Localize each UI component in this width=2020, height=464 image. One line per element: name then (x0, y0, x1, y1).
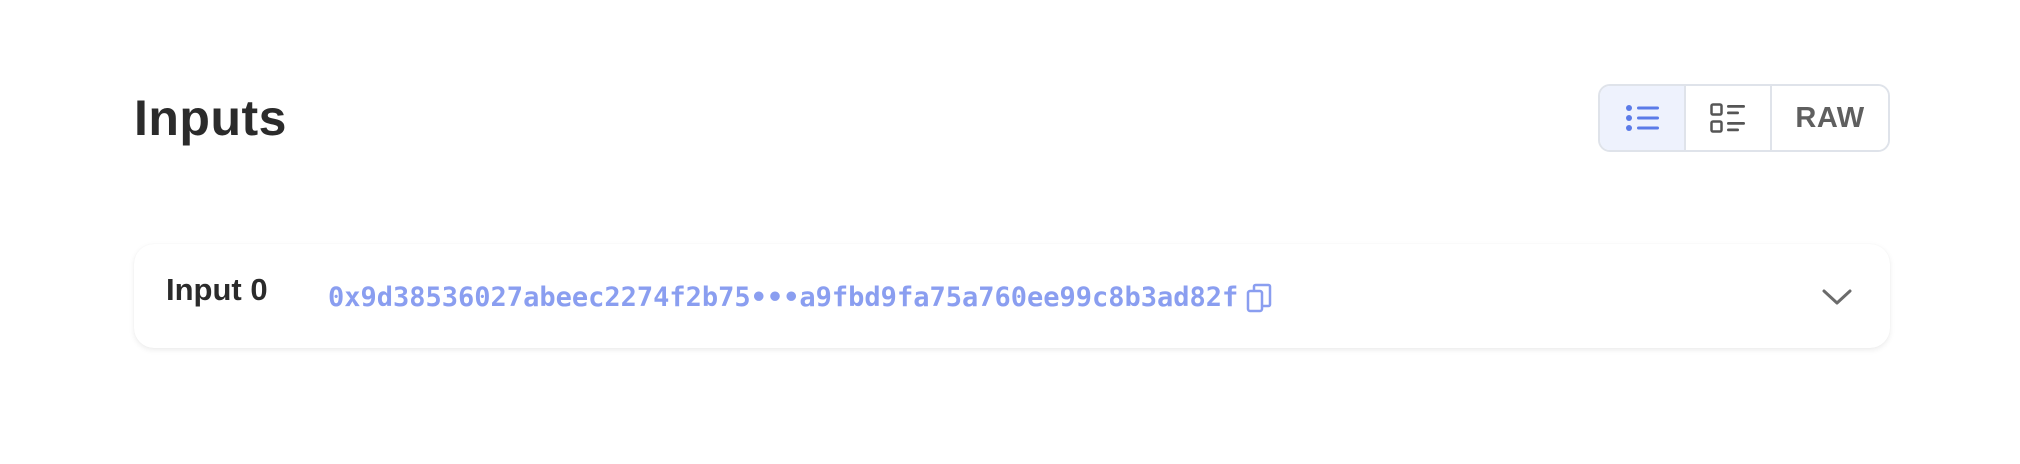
input-hash-link[interactable]: 0x9d38536027abeec2274f2b75•••a9fbd9fa75a… (328, 282, 1238, 313)
input-label: Input 0 (166, 272, 268, 307)
inputs-section: Inputs RAW Input 0 0x9d38536027abeec2274… (134, 84, 1890, 348)
bullet-list-icon (1626, 105, 1659, 131)
raw-view-button[interactable]: RAW (1772, 86, 1888, 150)
list-view-button[interactable] (1600, 86, 1686, 150)
copy-icon[interactable] (1246, 283, 1272, 313)
section-header: Inputs RAW (134, 84, 1890, 152)
detailed-view-button[interactable] (1686, 86, 1772, 150)
detailed-list-icon (1710, 103, 1745, 133)
chevron-down-icon[interactable] (1820, 280, 1854, 314)
hash-container: 0x9d38536027abeec2274f2b75•••a9fbd9fa75a… (328, 282, 1272, 313)
section-title: Inputs (134, 90, 287, 146)
input-row[interactable]: Input 0 0x9d38536027abeec2274f2b75•••a9f… (134, 244, 1890, 348)
view-toggle-group: RAW (1598, 84, 1890, 152)
